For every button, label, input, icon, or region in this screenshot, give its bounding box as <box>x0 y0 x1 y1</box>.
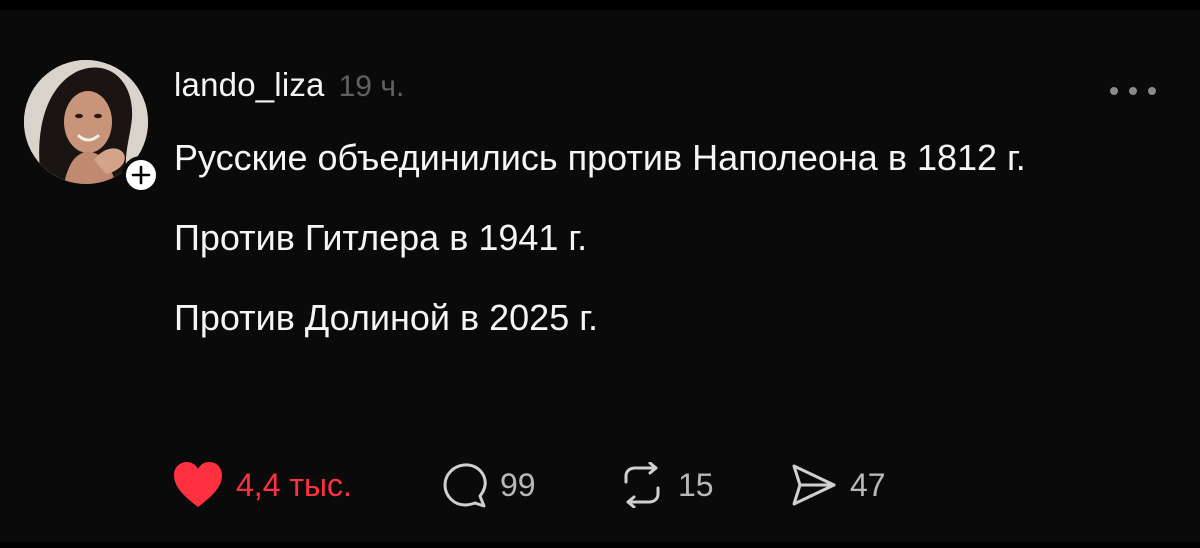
post-time: 19 ч. <box>338 70 405 103</box>
heart-filled-icon <box>174 462 222 507</box>
ellipsis-icon <box>1110 87 1156 95</box>
post-body: Русские объединились против Наполеона в … <box>174 132 1134 372</box>
repost-button[interactable]: 15 <box>618 456 714 514</box>
author-avatar-container[interactable] <box>24 60 160 194</box>
post-paragraph: Против Гитлера в 1941 г. <box>174 217 588 258</box>
app-frame: lando_liza 19 ч. Русские объединились пр… <box>0 0 1200 548</box>
follow-button[interactable] <box>122 156 160 194</box>
post-paragraph: Против Долиной в 2025 г. <box>174 297 598 338</box>
more-options-button[interactable] <box>1104 76 1162 106</box>
repost-count: 15 <box>678 466 714 503</box>
action-bar: 4,4 тыс. 99 15 47 <box>172 456 932 514</box>
like-count: 4,4 тыс. <box>236 466 352 503</box>
thread-post: lando_liza 19 ч. Русские объединились пр… <box>0 10 1200 542</box>
share-button[interactable]: 47 <box>790 456 886 514</box>
share-count: 47 <box>850 466 886 503</box>
like-button[interactable]: 4,4 тыс. <box>172 456 352 514</box>
plus-icon <box>131 165 151 185</box>
post-header: lando_liza 19 ч. <box>174 66 404 104</box>
repost-icon <box>624 462 660 508</box>
comment-button[interactable]: 99 <box>442 456 536 514</box>
comment-bubble-icon <box>443 463 487 508</box>
post-paragraph: Русские объединились против Наполеона в … <box>174 137 1026 178</box>
author-username[interactable]: lando_liza <box>174 66 325 104</box>
send-icon <box>792 464 836 506</box>
comment-count: 99 <box>500 466 536 503</box>
